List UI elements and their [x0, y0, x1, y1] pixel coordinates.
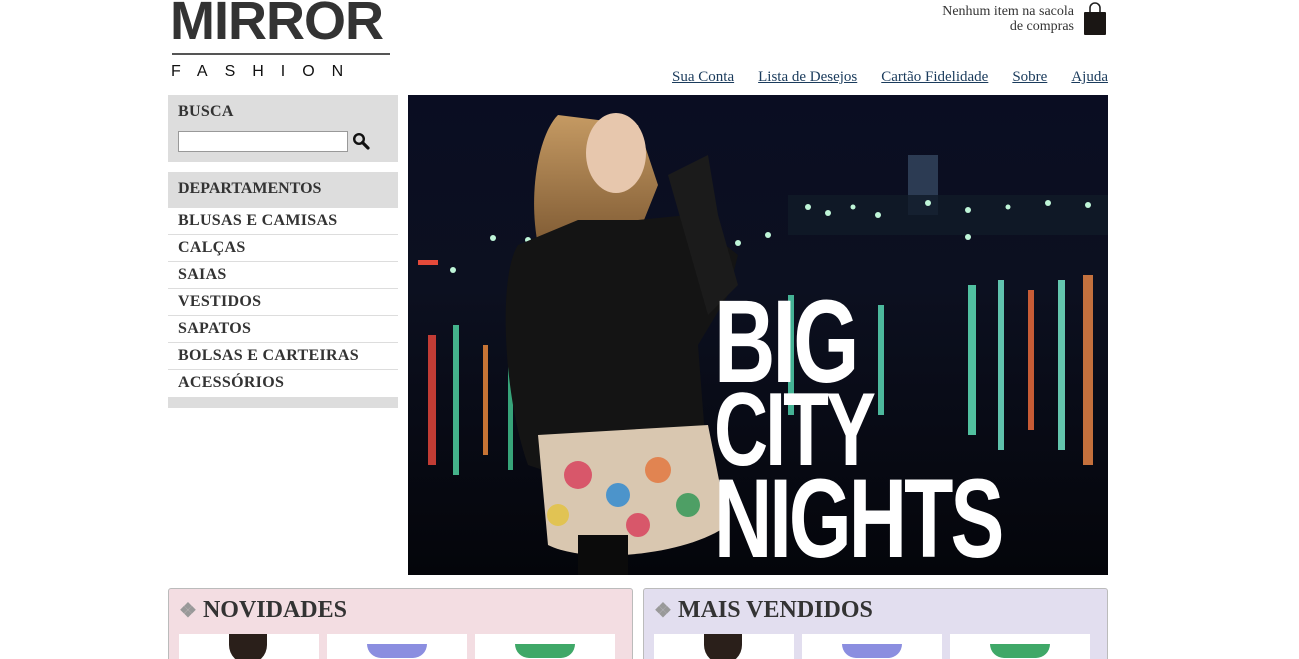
best-sellers-panel: ❖ MAIS VENDIDOS	[643, 588, 1108, 659]
cart-status: Nenhum item na sacola de compras	[914, 4, 1074, 34]
departments-title: DEPARTAMENTOS	[168, 172, 398, 208]
departments-footer	[168, 397, 398, 408]
shopping-cart[interactable]: Nenhum item na sacola de compras	[920, 2, 1108, 36]
search-panel: BUSCA	[168, 95, 398, 162]
department-item[interactable]: SAIAS	[168, 262, 398, 289]
new-arrivals-panel: ❖ NOVIDADES	[168, 588, 633, 659]
shopping-bag-icon[interactable]	[1082, 2, 1108, 36]
cart-status-line2: de compras	[1009, 19, 1074, 34]
nav-link-wishlist[interactable]: Lista de Desejos	[758, 68, 857, 86]
product-thumbnails	[179, 634, 615, 659]
panel-title-text: MAIS VENDIDOS	[677, 597, 873, 623]
department-item[interactable]: BOLSAS E CARTEIRAS	[168, 343, 398, 370]
department-item[interactable]: SAPATOS	[168, 316, 398, 343]
nav-link-account[interactable]: Sua Conta	[672, 68, 734, 86]
logo-brand-text: MIRROR	[170, 0, 384, 51]
product-thumbnails	[654, 634, 1090, 659]
department-item[interactable]: VESTIDOS	[168, 289, 398, 316]
product-thumbnail[interactable]	[950, 634, 1090, 659]
product-thumbnail[interactable]	[475, 634, 615, 659]
product-thumbnail[interactable]	[654, 634, 794, 659]
departments-list: BLUSAS E CAMISAS CALÇAS SAIAS VESTIDOS S…	[168, 208, 398, 397]
site-logo[interactable]: MIRROR FASHION	[170, 0, 392, 82]
panel-title-text: NOVIDADES	[202, 597, 347, 623]
banner-line-nights: NIGHTS	[714, 456, 1004, 575]
nav-link-about[interactable]: Sobre	[1012, 68, 1047, 86]
panel-title: ❖ NOVIDADES	[179, 597, 347, 624]
cart-status-line1: Nenhum item na sacola	[942, 4, 1074, 19]
department-item[interactable]: CALÇAS	[168, 235, 398, 262]
product-thumbnail[interactable]	[802, 634, 942, 659]
diamond-icon: ❖	[654, 600, 672, 622]
department-item[interactable]: BLUSAS E CAMISAS	[168, 208, 398, 235]
departments-menu: DEPARTAMENTOS BLUSAS E CAMISAS CALÇAS SA…	[168, 172, 398, 408]
top-navigation: Sua Conta Lista de Desejos Cartão Fideli…	[672, 68, 1108, 86]
hero-banner[interactable]: BIG CITY NIGHTS	[408, 95, 1108, 575]
logo-tagline: FASHION	[171, 63, 361, 80]
panel-title: ❖ MAIS VENDIDOS	[654, 597, 873, 624]
logo-divider	[172, 53, 390, 55]
diamond-icon: ❖	[179, 600, 197, 622]
magnifier-icon[interactable]	[352, 132, 370, 150]
nav-link-help[interactable]: Ajuda	[1071, 68, 1108, 86]
search-title: BUSCA	[178, 103, 234, 120]
product-thumbnail[interactable]	[327, 634, 467, 659]
department-item[interactable]: ACESSÓRIOS	[168, 370, 398, 397]
search-input[interactable]	[178, 131, 348, 152]
nav-link-loyalty-card[interactable]: Cartão Fidelidade	[881, 68, 988, 86]
product-thumbnail[interactable]	[179, 634, 319, 659]
